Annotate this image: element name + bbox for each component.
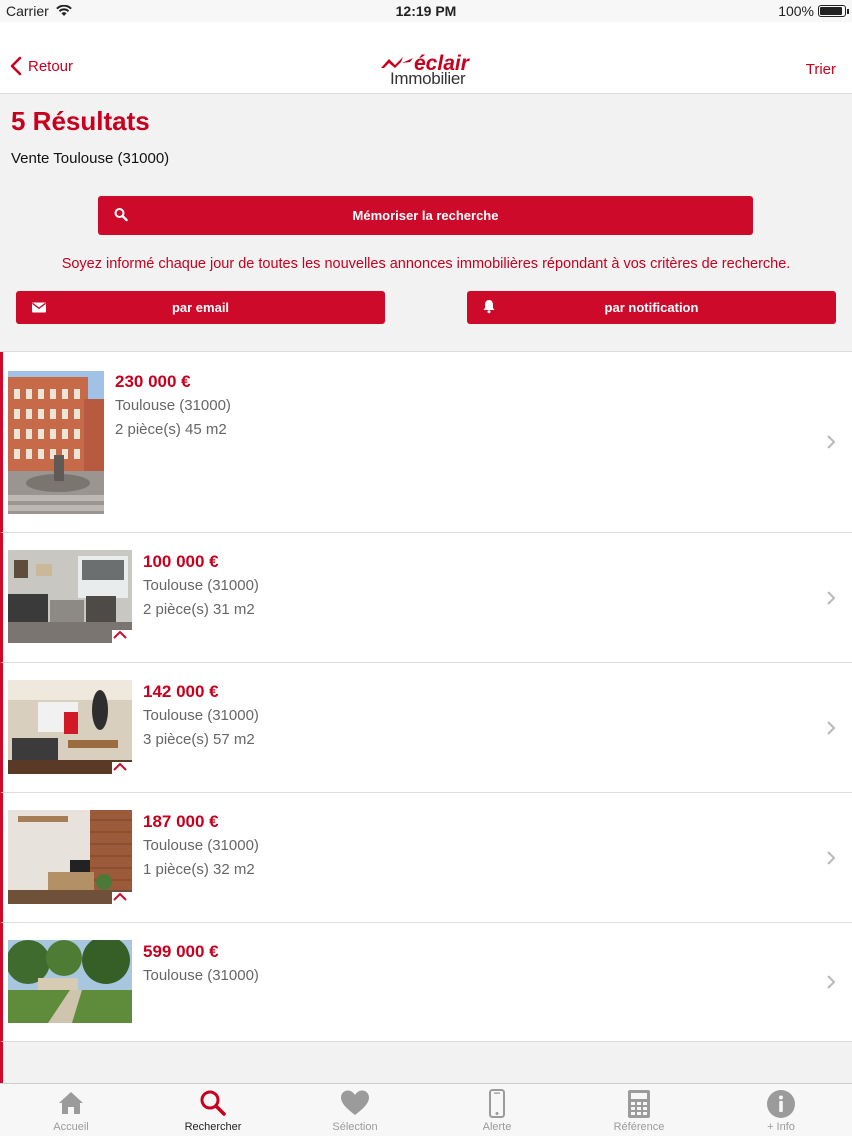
listing-city: Toulouse (31000) xyxy=(143,837,259,854)
back-button[interactable]: Retour xyxy=(10,56,73,76)
tab-label: Sélection xyxy=(332,1121,378,1133)
listing-details: 2 pièce(s) 31 m2 xyxy=(143,601,255,618)
save-search-label: Mémoriser la recherche xyxy=(352,208,499,223)
info-icon xyxy=(766,1089,796,1124)
listing-row[interactable]: 100 000 € Toulouse (31000) 2 pièce(s) 31… xyxy=(0,533,852,663)
listing-price: 100 000 € xyxy=(143,552,219,571)
chevron-right-icon xyxy=(826,590,836,611)
listing-price: 599 000 € xyxy=(143,942,219,961)
listing-price: 142 000 € xyxy=(143,682,219,701)
search-icon xyxy=(199,1089,227,1122)
email-alert-label: par email xyxy=(171,300,230,315)
list-footer xyxy=(0,1042,852,1083)
listing-photo xyxy=(8,810,132,904)
listing-photo xyxy=(8,680,132,774)
search-header-panel: 5 Résultats Vente Toulouse (31000) Mémor… xyxy=(0,94,852,352)
listing-photo xyxy=(8,371,104,514)
listing-city: Toulouse (31000) xyxy=(143,967,259,984)
listing-photo xyxy=(8,550,132,643)
tab-selection[interactable]: Sélection xyxy=(284,1084,426,1136)
envelope-icon xyxy=(32,300,46,315)
results-count-title: 5 Résultats xyxy=(11,106,150,136)
listing-details: 3 pièce(s) 57 m2 xyxy=(143,731,255,748)
chevron-right-icon xyxy=(826,850,836,871)
chevron-right-icon xyxy=(826,974,836,995)
bell-icon xyxy=(483,299,495,316)
tab-alerte[interactable]: Alerte xyxy=(426,1084,568,1136)
listing-city: Toulouse (31000) xyxy=(115,397,231,414)
home-icon xyxy=(57,1089,85,1122)
listing-row[interactable]: 230 000 € Toulouse (31000) 2 pièce(s) 45… xyxy=(0,352,852,533)
notification-alert-label: par notification xyxy=(604,300,699,315)
tab-label: Rechercher xyxy=(184,1121,242,1133)
phone-icon xyxy=(488,1089,506,1124)
chevron-right-icon xyxy=(826,720,836,741)
tab-rechercher[interactable]: Rechercher xyxy=(142,1084,284,1136)
tab-bar: Accueil Rechercher Sélection Alerte Réfé… xyxy=(0,1083,852,1136)
email-alert-button[interactable]: par email xyxy=(16,291,385,324)
listing-row[interactable]: 599 000 € Toulouse (31000) xyxy=(0,923,852,1042)
logo-text-immobilier: Immobilier xyxy=(390,69,466,88)
listing-city: Toulouse (31000) xyxy=(143,707,259,724)
tab-info[interactable]: + Info xyxy=(710,1084,852,1136)
battery-percent: 100% xyxy=(778,3,814,19)
tab-accueil[interactable]: Accueil xyxy=(0,1084,142,1136)
listing-city: Toulouse (31000) xyxy=(143,577,259,594)
tab-label: + Info xyxy=(767,1121,795,1133)
listing-photo xyxy=(8,940,132,1023)
back-label: Retour xyxy=(28,57,74,75)
tab-label: Alerte xyxy=(482,1121,512,1133)
navigation-bar: Retour éclair Immobilier Trier xyxy=(0,22,852,94)
listing-price: 187 000 € xyxy=(143,812,219,831)
tab-label: Accueil xyxy=(53,1121,89,1133)
heart-icon xyxy=(340,1089,370,1122)
notification-alert-button[interactable]: par notification xyxy=(467,291,836,324)
listing-details: 2 pièce(s) 45 m2 xyxy=(115,421,227,438)
sort-button[interactable]: Trier xyxy=(806,61,836,78)
chevron-right-icon xyxy=(826,434,836,455)
calculator-icon xyxy=(627,1089,651,1124)
clock: 12:19 PM xyxy=(395,3,457,19)
listing-price: 230 000 € xyxy=(115,372,191,391)
save-search-button[interactable]: Mémoriser la recherche xyxy=(98,196,753,235)
search-criteria: Vente Toulouse (31000) xyxy=(11,150,170,167)
status-bar: Carrier 12:19 PM 100% xyxy=(0,0,852,22)
listing-row[interactable]: 142 000 € Toulouse (31000) 3 pièce(s) 57… xyxy=(0,663,852,793)
listing-row[interactable]: 187 000 € Toulouse (31000) 1 pièce(s) 32… xyxy=(0,793,852,923)
listing-details: 1 pièce(s) 32 m2 xyxy=(143,861,255,878)
logo-mark-icon xyxy=(381,57,413,68)
tab-label: Référence xyxy=(613,1121,665,1133)
chevron-left-icon xyxy=(10,56,22,76)
alert-info-text: Soyez informé chaque jour de toutes les … xyxy=(61,256,791,272)
search-icon xyxy=(114,207,128,224)
tab-reference[interactable]: Référence xyxy=(568,1084,710,1136)
battery-icon xyxy=(818,5,849,17)
logo: éclair Immobilier xyxy=(380,52,480,88)
